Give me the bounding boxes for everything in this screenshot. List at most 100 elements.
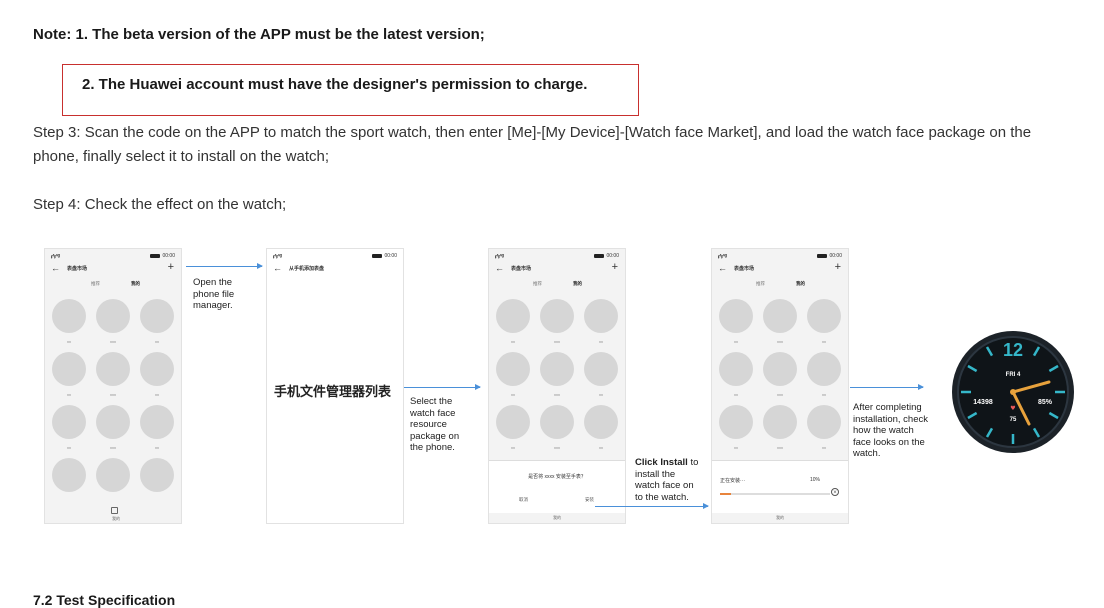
watchface-thumbnail[interactable] [540, 299, 574, 333]
status-right: 00:00 [372, 253, 397, 259]
nav-label: 我的 [112, 516, 120, 521]
phone-screen-install-dialog: ᵢₗ⁴ᵢₗ⁴ᵍ 00:00 ← 表盘市场 + 推荐 我的 xx xxx xx xx xx… [488, 248, 626, 524]
phone-screen-installing: ᵢₗ⁴ᵢₗ⁴ᵍ 00:00 ← 表盘市场 + 推荐 我的 xx xxx xx xx xx… [711, 248, 849, 524]
watchface-label: xx [599, 339, 603, 344]
watchface-thumbnail[interactable] [96, 458, 130, 492]
watchface-thumbnail[interactable] [496, 405, 530, 439]
watchface-thumbnail[interactable] [584, 299, 618, 333]
caption-bold: Click Install [635, 457, 688, 468]
watchface-thumbnail[interactable] [96, 299, 130, 333]
watchface-label: xxx [554, 339, 560, 344]
phone-title: 表盘市场 [67, 266, 88, 272]
status-right: 00:00 [817, 253, 842, 259]
watchface-label: xxx [554, 445, 560, 450]
caption-select-package: Select the watch face resource package o… [410, 396, 460, 453]
status-time: 00:00 [606, 253, 619, 259]
caption-open-file-manager: Open the phone file manager. [193, 277, 235, 311]
watchface-label: xxx [554, 392, 560, 397]
watchface-label: xxx [110, 339, 116, 344]
installing-panel: 正在安装··· 10% × [712, 460, 848, 513]
nav-label: 我的 [553, 515, 561, 520]
watchface-thumbnail[interactable] [763, 299, 797, 333]
watchface-thumbnail[interactable] [96, 352, 130, 386]
cancel-button[interactable]: 取消 [519, 497, 528, 503]
watchface-thumbnail[interactable] [140, 352, 174, 386]
install-button[interactable]: 安装 [585, 497, 594, 503]
watch-day: FRI 4 [1006, 372, 1021, 378]
watchface-thumbnail[interactable] [719, 352, 753, 386]
heart-icon: ♥ [1010, 405, 1015, 412]
signal-icon: ᵢₗ⁴ᵢₗ⁴ᵍ [718, 254, 727, 260]
nav-label: 我的 [776, 515, 784, 520]
signal-icon: ᵢₗ⁴ᵢₗ⁴ᵍ [495, 254, 504, 260]
watchface-thumbnail[interactable] [807, 405, 841, 439]
watchface-label: xxx [110, 392, 116, 397]
watchface-thumbnail[interactable] [584, 352, 618, 386]
step-4-text: Step 4: Check the effect on the watch; [33, 196, 287, 213]
add-icon: + [167, 261, 174, 273]
watchface-label: xx [599, 445, 603, 450]
phone-screen-file-manager: ᵢₗ⁴ᵢₗ⁴ᵍ 00:00 ← 从手机添加表盘 手机文件管理器列表 [266, 248, 404, 524]
watchface-thumbnail[interactable] [807, 352, 841, 386]
watchface-thumbnail[interactable] [540, 352, 574, 386]
watchface-label: xx [155, 445, 159, 450]
watchface-thumbnail[interactable] [52, 458, 86, 492]
step-3-text: Step 3: Scan the code on the APP to matc… [33, 124, 1032, 165]
watchface-thumbnail[interactable] [763, 352, 797, 386]
back-arrow-icon: ← [495, 263, 504, 273]
install-prompt: 是否将 xxxx 安装至手表？ [528, 474, 586, 480]
phone-title: 表盘市场 [734, 266, 755, 272]
tab-mine: 我的 [796, 281, 805, 286]
watchface-thumbnail[interactable] [52, 405, 86, 439]
watchface-thumbnail[interactable] [584, 405, 618, 439]
watch-steps: 14398 [973, 399, 993, 406]
watchface-label: xx [734, 392, 738, 397]
watchface-thumbnail[interactable] [807, 299, 841, 333]
phone-screen-market: ᵢₗ⁴ᵢₗ⁴ᵍ 00:00 ← 表盘市场 + 推荐 我的 xx xxx xx xx xx… [44, 248, 182, 524]
watchface-thumbnail[interactable] [140, 405, 174, 439]
watch-heart-rate: 75 [1010, 417, 1017, 423]
battery-icon [150, 254, 161, 258]
watchface-label: xxx [110, 445, 116, 450]
watchface-thumbnail[interactable] [96, 405, 130, 439]
tab-recommend: 推荐 [756, 281, 765, 286]
watchface-label: xx [155, 392, 159, 397]
watchface-thumbnail[interactable] [140, 299, 174, 333]
watchface-thumbnail[interactable] [496, 299, 530, 333]
watchface-thumbnail[interactable] [140, 458, 174, 492]
phone-title: 表盘市场 [511, 266, 532, 272]
watchface-label: xx [67, 392, 71, 397]
section-heading: 7.2 Test Specification [33, 592, 176, 608]
progress-fill [720, 493, 731, 495]
caption-click-install: Click Install to install the watch face … [635, 457, 701, 503]
battery-icon [594, 254, 605, 258]
watchface-thumbnail[interactable] [496, 352, 530, 386]
watchface-thumbnail[interactable] [719, 299, 753, 333]
watchface-thumbnail[interactable] [52, 299, 86, 333]
watchface-thumbnail[interactable] [719, 405, 753, 439]
install-percent: 10% [810, 477, 821, 483]
signal-icon: ᵢₗ⁴ᵢₗ⁴ᵍ [51, 254, 60, 260]
file-manager-list-label: 手机文件管理器列表 [274, 384, 392, 399]
caption-check-watch: After completing installation, check how… [853, 402, 928, 459]
watch-hour: 12 [1003, 340, 1023, 360]
watchface-label: xxx [777, 445, 783, 450]
watchface-thumbnail[interactable] [52, 352, 86, 386]
add-icon: + [834, 261, 841, 273]
watchface-label: xx [155, 339, 159, 344]
highlighted-note-box: 2. The Huawei account must have the desi… [62, 64, 639, 116]
flow-arrow [186, 263, 263, 269]
watchface-label: xx [67, 339, 71, 344]
back-arrow-icon: ← [273, 263, 282, 273]
watchface-thumbnail[interactable] [540, 405, 574, 439]
watchface-label: xx [734, 445, 738, 450]
flow-arrow [404, 384, 481, 390]
watchface-label: xxx [777, 339, 783, 344]
cancel-install-icon[interactable]: × [831, 488, 839, 496]
watchface-label: xx [822, 445, 826, 450]
watchface-thumbnail[interactable] [763, 405, 797, 439]
watchface-label: xxx [777, 392, 783, 397]
tab-mine: 我的 [573, 281, 582, 286]
tab-recommend: 推荐 [533, 281, 542, 286]
watchface-label: xx [734, 339, 738, 344]
